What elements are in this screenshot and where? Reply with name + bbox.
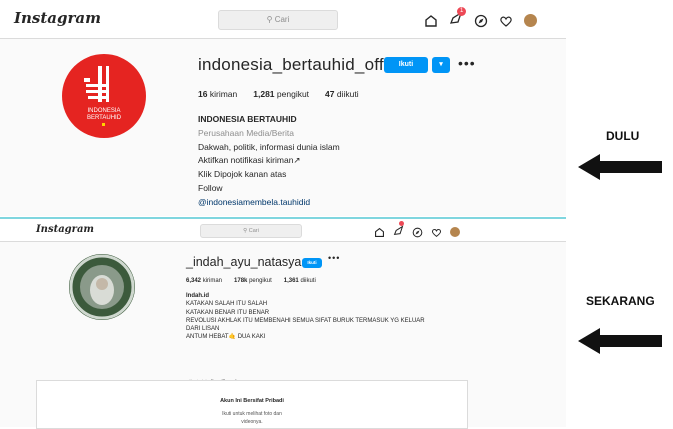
old-profile-screenshot: Instagram ⚲ Cari 1 INDONESIA BERTAUHID i… [0,0,566,216]
more-options-icon[interactable]: ••• [458,55,476,71]
home-icon[interactable] [374,227,385,238]
followers-count[interactable]: 178k pengikut [234,278,272,284]
followers-count[interactable]: 1,281 pengikut [253,89,309,99]
search-placeholder: Cari [274,15,290,24]
private-account-subtitle: Ikuti untuk melihat foto dan videonya. [222,411,282,425]
bio-line: Aktifkan notifikasi kiriman↗ [198,155,301,166]
bio-line: REVOLUSI AKHLAK ITU MEMBENAHI SEMUA SIFA… [186,317,425,324]
arrow-left-icon [578,328,662,354]
bio-line: Follow [198,182,223,193]
indonesia-bertauhid-logo: INDONESIA BERTAUHID [84,66,122,126]
profile-username: indonesia_bertauhid_official [198,55,415,74]
heart-icon[interactable] [499,14,513,28]
search-icon: ⚲ [243,228,248,234]
profile-category: Perusahaan Media/Berita [198,127,294,138]
chevron-down-icon: ▾ [439,61,443,68]
search-input[interactable]: ⚲ Cari [200,224,302,238]
nav-icons [374,221,460,241]
following-count[interactable]: 1,361 diikuti [284,278,316,284]
messenger-icon[interactable]: 1 [449,7,467,30]
follow-button[interactable]: Ikuti [384,57,428,73]
profile-username: _indah_ayu_natasya [186,255,302,269]
label-now: SEKARANG [586,294,655,308]
bio-line: KATAKAN SALAH ITU SALAH [186,301,268,308]
search-placeholder: Cari [248,228,259,234]
display-name: INDONESIA BERTAUHID [198,114,297,124]
profile-avatar-small[interactable] [524,14,537,27]
profile-avatar-small[interactable] [450,227,460,237]
profile-avatar [69,254,135,320]
notification-badge [399,221,404,226]
label-before: DULU [606,129,640,143]
profile-stats: 16 kiriman 1,281 pengikut 47 diikuti [198,89,359,99]
suggestions-dropdown-button[interactable]: ▾ [432,57,450,73]
top-navbar: Instagram ⚲ Cari [0,219,566,242]
private-account-title: Akun Ini Bersifat Pribadi [220,398,284,404]
heart-icon[interactable] [431,227,442,238]
profile-bio: INDONESIA BERTAUHID Perusahaan Media/Ber… [198,113,340,210]
more-options-icon[interactable]: ••• [328,253,340,263]
search-input[interactable]: ⚲ Cari [218,10,338,30]
top-navbar: Instagram ⚲ Cari 1 [0,0,566,39]
follow-button[interactable]: Ikuti [302,258,322,268]
posts-count[interactable]: 6,342 kiriman [186,278,222,284]
instagram-logo[interactable]: Instagram [14,9,101,27]
explore-compass-icon[interactable] [474,14,488,28]
bio-line: Dakwah, politik, informasi dunia islam [198,141,340,152]
home-icon[interactable] [424,14,438,28]
following-count[interactable]: 47 diikuti [325,89,359,99]
nav-icons: 1 [424,7,537,30]
bio-link[interactable]: @indonesiamembela.tauhidid [198,196,340,210]
bio-line: KATAKAN BENAR ITU BENAR [186,309,270,316]
display-name: Indah.id [186,293,209,299]
svg-text:BERTAUHID: BERTAUHID [87,115,122,121]
profile-bio: Indah.id KATAKAN SALAH ITU SALAH KATAKAN… [186,292,476,342]
bio-line: Klik Dipojok kanan atas [198,169,287,180]
profile-avatar: INDONESIA BERTAUHID [62,54,146,138]
posts-count[interactable]: 16 kiriman [198,89,237,99]
search-icon: ⚲ [266,15,273,24]
profile-photo [69,254,135,320]
profile-stats: 6,342 kiriman 178k pengikut 1,361 diikut… [186,278,316,284]
notification-badge: 1 [457,7,467,16]
bio-line: DARI LISAN [186,326,220,333]
svg-text:INDONESIA: INDONESIA [87,108,120,114]
explore-compass-icon[interactable] [412,227,423,238]
instagram-logo[interactable]: Instagram [36,224,94,235]
bio-line: ANTUM HEBAT🤙 DUA KAKI [186,334,266,341]
arrow-left-icon [578,154,662,180]
private-account-notice: Akun Ini Bersifat Pribadi Ikuti untuk me… [36,380,468,429]
messenger-icon[interactable] [393,221,404,241]
